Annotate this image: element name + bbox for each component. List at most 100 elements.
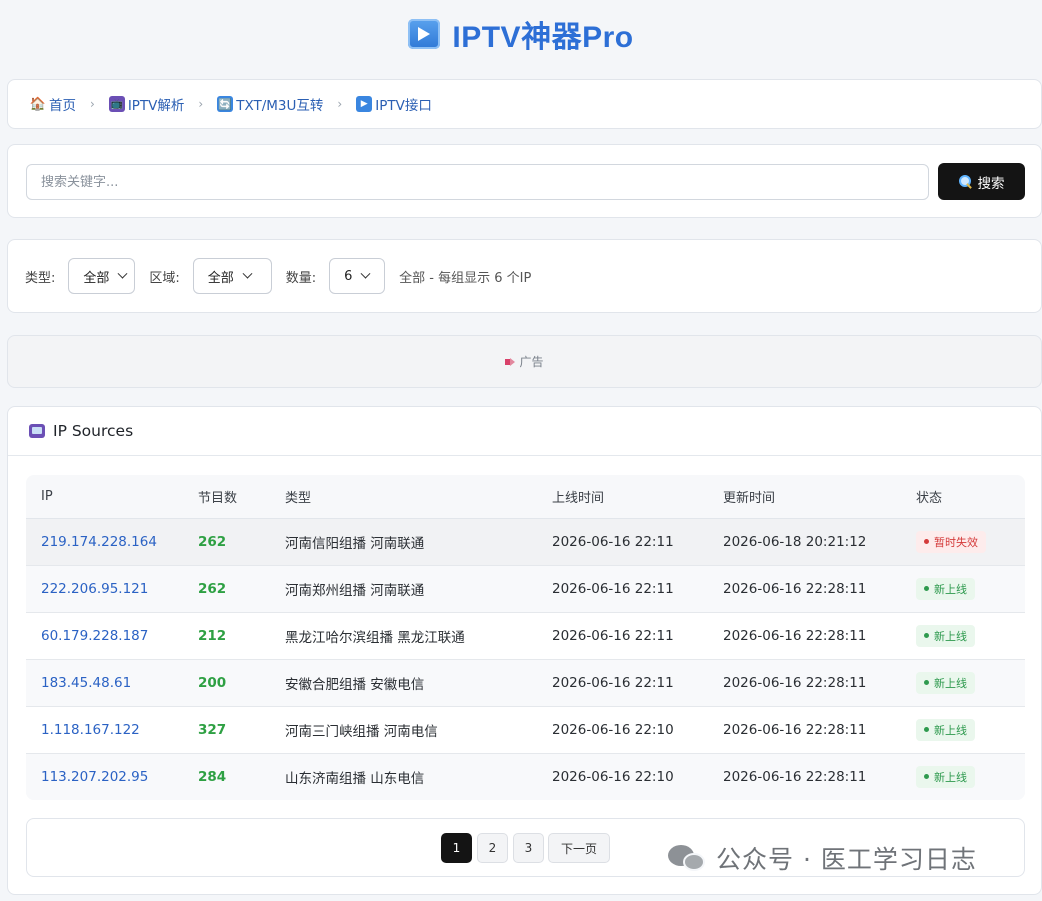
status-dot-icon	[924, 680, 929, 685]
online-time-cell: 2026-06-16 22:10	[552, 768, 674, 785]
ip-cell[interactable]: 1.118.167.122	[41, 722, 140, 738]
breadcrumb-label: IPTV接口	[375, 98, 432, 114]
online-time-cell: 2026-06-16 22:11	[552, 533, 674, 550]
ip-cell[interactable]: 60.179.228.187	[41, 628, 148, 644]
megaphone-icon	[505, 357, 516, 366]
status-badge: 新上线	[916, 765, 975, 788]
column-header: 状态	[901, 475, 1025, 519]
page-button-2[interactable]: 2	[477, 833, 508, 863]
ip-sources-panel: IP Sources IP 节目数 类型 上线时间 更新时间 状态 219.17…	[7, 406, 1042, 895]
breadcrumb-item-iptv-api[interactable]: ▶ IPTV接口	[356, 94, 432, 114]
sync-icon: 🔄	[217, 96, 234, 112]
breadcrumb-label: 首页	[49, 98, 76, 114]
search-input[interactable]	[26, 164, 929, 200]
status-badge: 暂时失效	[916, 530, 986, 553]
chevron-down-icon	[242, 268, 253, 279]
count-cell: 262	[198, 580, 227, 597]
online-time-cell: 2026-06-16 22:11	[552, 580, 674, 597]
status-text: 新上线	[934, 676, 967, 690]
count-cell: 200	[198, 674, 227, 691]
updated-time-cell: 2026-06-16 22:28:11	[723, 674, 867, 691]
count-cell: 327	[198, 721, 227, 738]
updated-time-cell: 2026-06-16 22:28:11	[723, 580, 867, 597]
updated-time-cell: 2026-06-16 22:28:11	[723, 627, 867, 644]
status-badge: 新上线	[916, 577, 975, 600]
type-select-value: 全部	[83, 270, 110, 286]
status-dot-icon	[924, 539, 929, 544]
type-cell: 河南郑州组播 河南联通	[285, 582, 425, 599]
filter-summary: 全部 - 每组显示 6 个IP	[399, 270, 532, 286]
status-text: 暂时失效	[934, 535, 978, 549]
ip-sources-table: IP 节目数 类型 上线时间 更新时间 状态 219.174.228.164 26…	[26, 475, 1025, 800]
column-header: 上线时间	[537, 475, 708, 519]
page-button-1[interactable]: 1	[441, 833, 472, 863]
table-row[interactable]: 183.45.48.61 200 安徽合肥组播 安徽电信 2026-06-16 22:…	[26, 659, 1025, 707]
count-filter-label: 数量:	[285, 270, 317, 286]
filter-panel: 类型: 全部 区域: 全部 数量: 6 全部 - 每组显示 6 个IP	[7, 239, 1042, 313]
page-button-3[interactable]: 3	[513, 833, 544, 863]
play-icon: ▶	[356, 96, 373, 112]
search-button[interactable]: 搜索	[938, 163, 1025, 200]
breadcrumb-item-iptv-parse[interactable]: 📺 IPTV解析	[108, 94, 184, 114]
tv-icon: 📺	[108, 96, 125, 112]
table-row[interactable]: 219.174.228.164 262 河南信阳组播 河南联通 2026-06-16 …	[26, 518, 1025, 566]
home-icon: 🏠	[29, 96, 47, 112]
updated-time-cell: 2026-06-16 22:28:11	[723, 768, 867, 785]
status-text: 新上线	[934, 723, 967, 737]
watermark: 公众号 · 医工学习日志	[668, 840, 977, 876]
type-select[interactable]: 全部	[68, 258, 136, 294]
status-dot-icon	[924, 774, 929, 780]
table-row[interactable]: 113.207.202.95 284 山东济南组播 山东电信 2026-06-16 2…	[26, 753, 1025, 800]
status-dot-icon	[924, 586, 929, 591]
watermark-text: 公众号 · 医工学习日志	[716, 845, 977, 874]
count-cell: 262	[198, 533, 227, 550]
online-time-cell: 2026-06-16 22:11	[552, 674, 674, 691]
status-badge: 新上线	[916, 718, 975, 741]
ad-banner[interactable]: 广告	[7, 335, 1042, 388]
table-row[interactable]: 1.118.167.122 327 河南三门峡组播 河南电信 2026-06-16 2…	[26, 706, 1025, 754]
count-cell: 284	[198, 768, 227, 785]
ip-cell[interactable]: 183.45.48.61	[41, 675, 131, 691]
table-header-row: IP 节目数 类型 上线时间 更新时间 状态	[26, 475, 1025, 519]
status-text: 新上线	[934, 629, 967, 643]
app-title: IPTV神器Pro	[452, 21, 634, 54]
type-filter-label: 类型:	[25, 270, 56, 286]
wechat-icon	[668, 843, 708, 873]
search-panel: 搜索	[7, 144, 1042, 218]
type-cell: 山东济南组播 山东电信	[285, 770, 425, 787]
breadcrumb: 🏠 首页 › 📺 IPTV解析 › 🔄 TXT/M3U互转 › ▶ IPTV接口	[7, 79, 1042, 129]
ip-sources-title: IP Sources	[53, 422, 134, 440]
ip-cell[interactable]: 219.174.228.164	[41, 534, 157, 550]
type-cell: 黑龙江哈尔滨组播 黑龙江联通	[285, 629, 465, 646]
updated-time-cell: 2026-06-16 22:28:11	[723, 721, 867, 738]
status-badge: 新上线	[916, 624, 975, 647]
region-select[interactable]: 全部	[192, 258, 272, 294]
breadcrumb-separator: ›	[90, 97, 95, 111]
chevron-down-icon	[117, 268, 128, 279]
next-page-button[interactable]: 下一页	[548, 833, 610, 863]
chevron-down-icon	[361, 268, 371, 279]
breadcrumb-label: TXT/M3U互转	[236, 98, 324, 114]
status-text: 新上线	[934, 770, 967, 784]
table-row[interactable]: 222.206.95.121 262 河南郑州组播 河南联通 2026-06-16 2…	[26, 565, 1025, 613]
count-select[interactable]: 6	[329, 258, 386, 294]
breadcrumb-item-txt-m3u[interactable]: 🔄 TXT/M3U互转	[217, 94, 323, 114]
ad-label: 广告	[519, 355, 544, 369]
status-text: 新上线	[934, 582, 967, 596]
count-select-value: 6	[344, 268, 353, 284]
type-cell: 河南信阳组播 河南联通	[285, 535, 425, 552]
ip-cell[interactable]: 222.206.95.121	[41, 581, 148, 597]
breadcrumb-separator: ›	[337, 97, 343, 111]
breadcrumb-separator: ›	[198, 97, 204, 111]
ip-sources-header: IP Sources	[8, 407, 1041, 456]
type-cell: 河南三门峡组播 河南电信	[285, 723, 438, 740]
online-time-cell: 2026-06-16 22:11	[552, 627, 674, 644]
status-dot-icon	[924, 633, 929, 638]
count-cell: 212	[198, 627, 227, 644]
breadcrumb-item-home[interactable]: 🏠 首页	[29, 94, 76, 115]
ip-cell[interactable]: 113.207.202.95	[41, 769, 148, 785]
table-row[interactable]: 60.179.228.187 212 黑龙江哈尔滨组播 黑龙江联通 2026-06-1…	[26, 612, 1025, 660]
column-header: 类型	[270, 475, 537, 519]
column-header: 更新时间	[708, 475, 901, 519]
tv-icon	[29, 424, 45, 438]
